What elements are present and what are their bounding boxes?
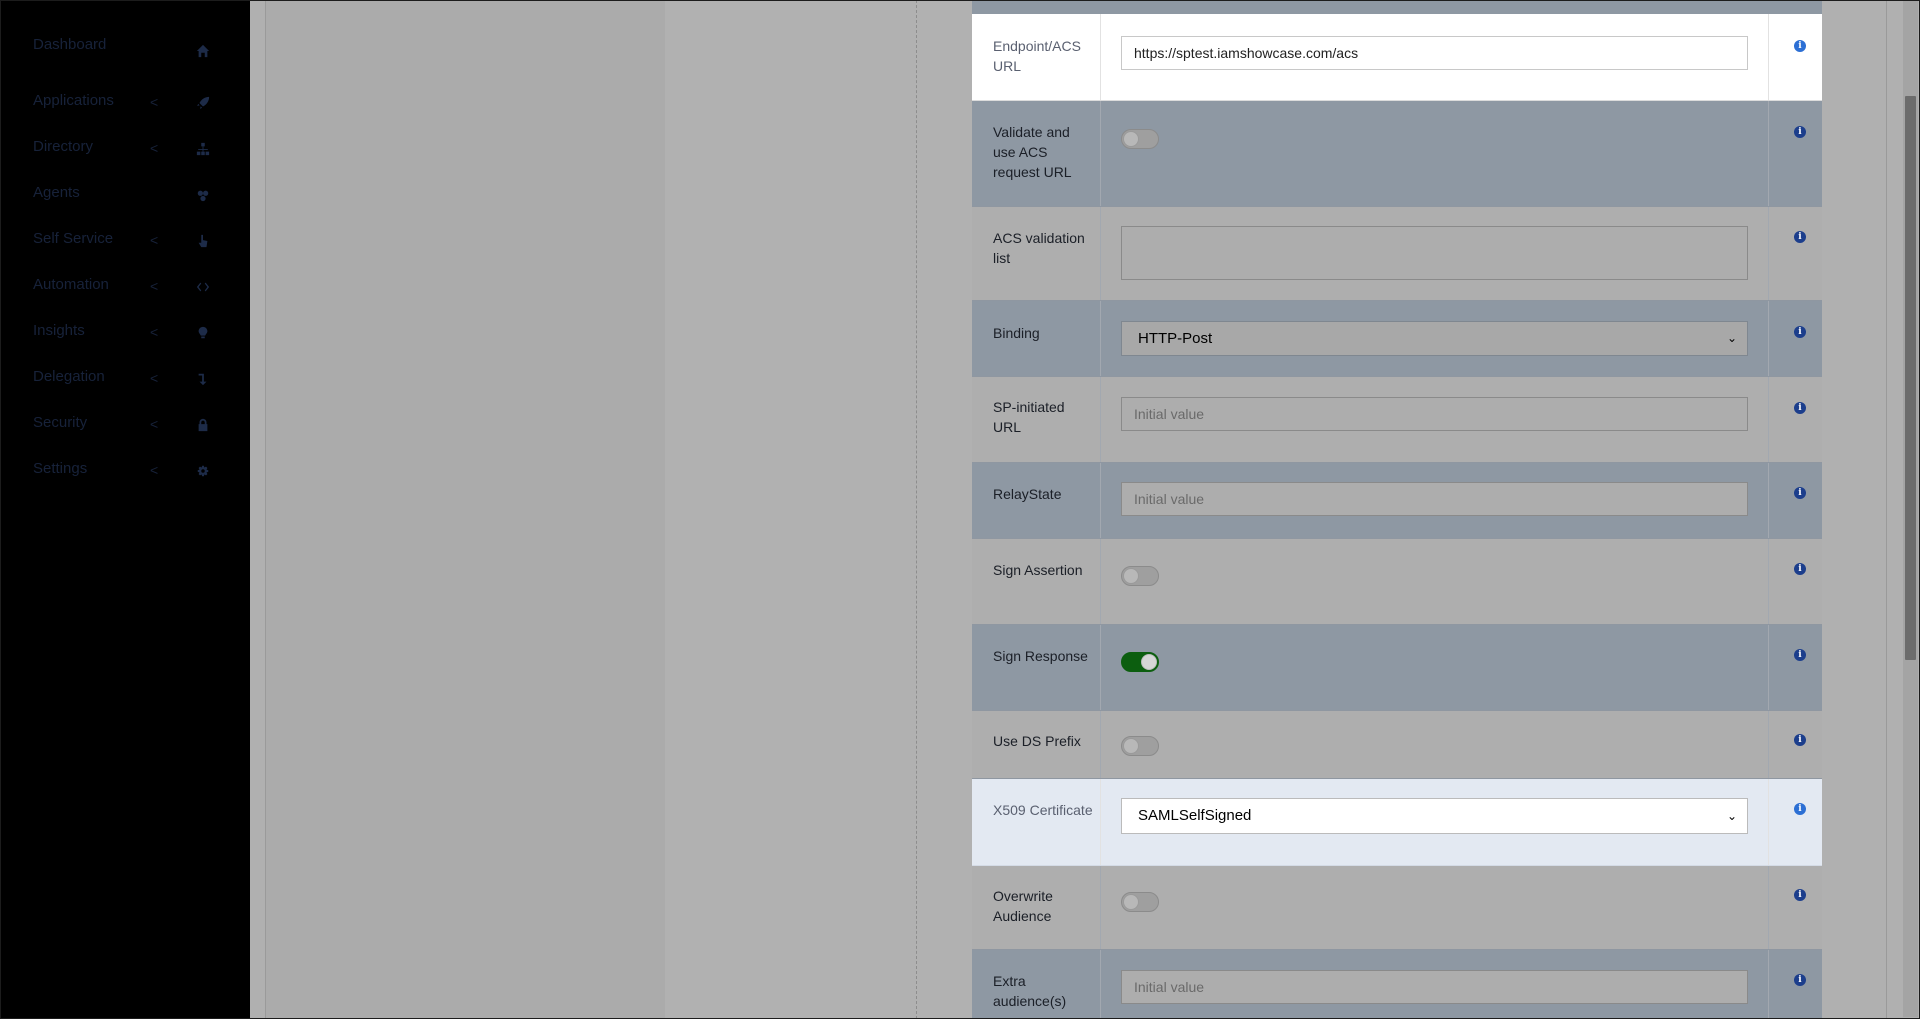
window-frame [0,0,1920,1019]
